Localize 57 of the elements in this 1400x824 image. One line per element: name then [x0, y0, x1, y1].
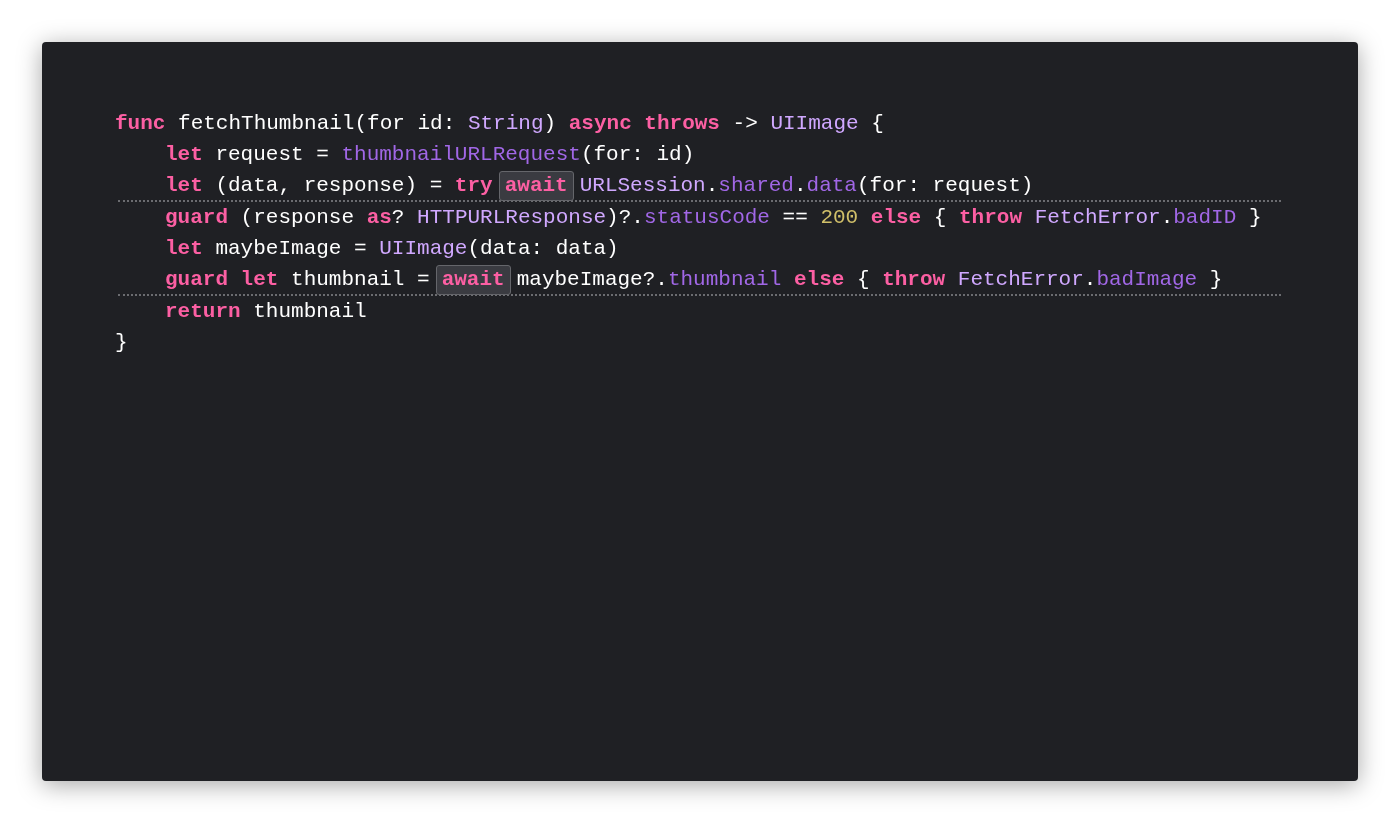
code-token: let	[165, 236, 203, 262]
code-token: fetchThumbnail(for id:	[177, 111, 457, 137]
code-token: return	[165, 299, 241, 325]
code-token: (for: id)	[580, 142, 695, 168]
code-token: .	[1160, 205, 1174, 231]
code-token: .	[1083, 267, 1097, 293]
code-token: throw	[882, 267, 946, 293]
code-token: URLSession	[579, 173, 706, 199]
code-token: (data, response) =	[214, 173, 444, 199]
code-token: badID	[1173, 205, 1237, 231]
code-token: async throws	[568, 111, 720, 137]
code-token: UIImage	[770, 111, 859, 137]
code-token: maybeImage?.	[516, 267, 668, 293]
code-token: String	[467, 111, 544, 137]
code-token: guard let	[165, 267, 279, 293]
code-token: thumbnail =	[290, 267, 430, 293]
code-token: ==	[781, 205, 809, 231]
code-token: request =	[214, 142, 330, 168]
code-token: (data: data)	[467, 236, 619, 262]
code-token: data	[806, 173, 857, 199]
code-token: {	[855, 267, 871, 293]
code-token: }	[1247, 205, 1262, 231]
code-token: (for: request)	[857, 173, 1034, 199]
code-token: FetchError	[956, 267, 1084, 293]
code-token: thumbnail	[252, 299, 367, 325]
code-token: }	[1208, 267, 1223, 293]
code-token: badImage	[1096, 267, 1198, 293]
code-token: statusCode	[643, 205, 770, 231]
code-token: maybeImage =	[214, 236, 368, 262]
code-token: func	[115, 111, 166, 137]
code-token: UIImage	[379, 236, 468, 262]
code-token: )?.	[606, 205, 644, 231]
code-token: ?	[391, 205, 406, 231]
code-token: .	[793, 173, 807, 199]
code-token: HTTPURLResponse	[417, 205, 607, 231]
code-token: {	[932, 205, 948, 231]
code-token: 200	[820, 205, 859, 231]
highlighted-token: await	[435, 264, 511, 295]
code-token: FetchError	[1033, 205, 1161, 231]
code-token: let	[165, 173, 203, 199]
code-token: )	[543, 111, 558, 137]
code-token: throw	[959, 205, 1023, 231]
code-token: }	[115, 330, 128, 356]
code-token: try	[454, 173, 493, 199]
code-token: thumbnailURLRequest	[341, 142, 581, 168]
code-token: (response	[239, 205, 356, 231]
code-token: ->	[731, 111, 759, 137]
code-token: thumbnail	[667, 267, 782, 293]
code-token: as	[366, 205, 392, 231]
code-token: else	[792, 267, 845, 293]
code-token: guard	[165, 205, 228, 231]
highlighted-token: await	[498, 170, 574, 201]
code-token: shared	[718, 173, 794, 199]
code-token: else	[869, 205, 922, 231]
code-token: .	[705, 173, 719, 199]
code-token: let	[165, 142, 203, 168]
code-token: {	[870, 111, 884, 137]
